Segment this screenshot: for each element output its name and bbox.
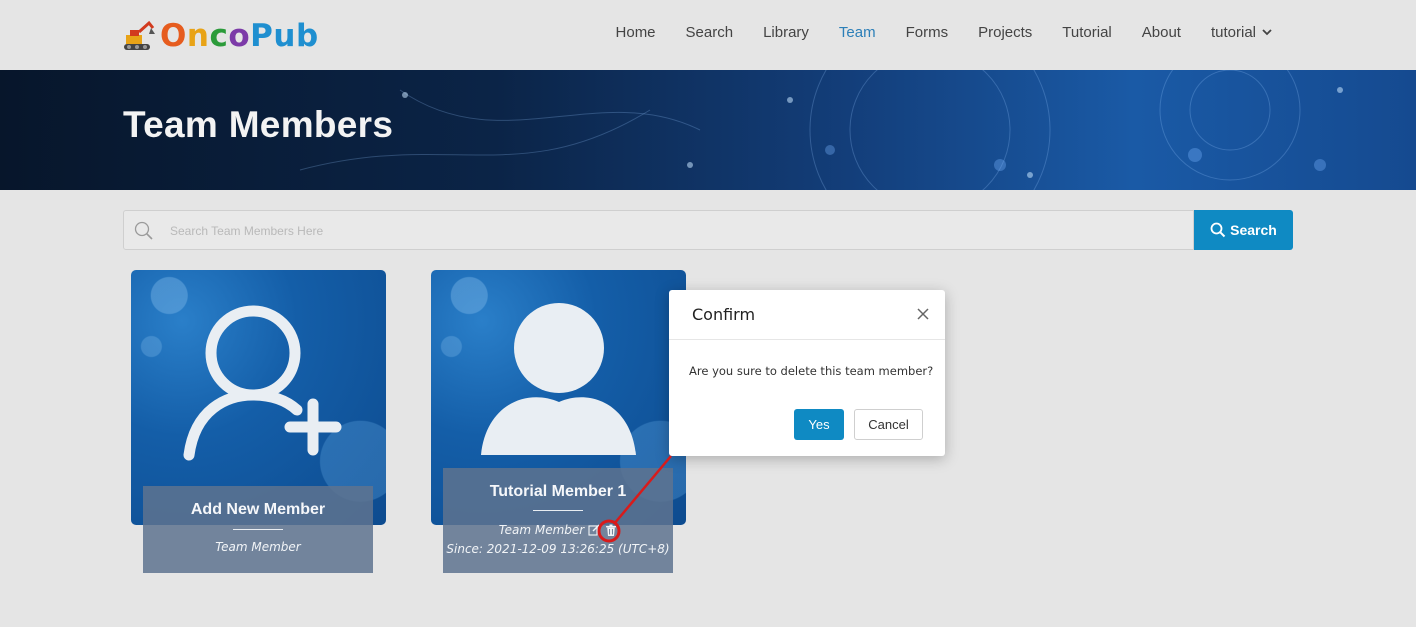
search-icon: [1210, 222, 1226, 238]
brand-letter: u: [273, 18, 296, 54]
brand-letter: P: [250, 18, 274, 54]
nav-forms[interactable]: Forms: [906, 24, 949, 41]
search-input[interactable]: [168, 211, 1182, 251]
nav-team[interactable]: Team: [839, 24, 876, 41]
excavator-icon: [124, 20, 155, 50]
card-since: Since: 2021-12-09 13:26:25 (UTC+8): [446, 542, 670, 556]
brand-name: OncoPub: [160, 18, 319, 54]
trash-icon[interactable]: [605, 524, 617, 537]
oncopub-logo[interactable]: OncoPub: [122, 16, 319, 56]
card-name: Add New Member: [190, 501, 326, 518]
nav-projects[interactable]: Projects: [978, 24, 1032, 41]
main-nav: Home Search Library Team Forms Projects …: [586, 0, 1272, 64]
card-role-row: Team Member: [443, 523, 673, 537]
search-button-label: Search: [1230, 222, 1277, 238]
brand-letter: c: [209, 18, 229, 54]
card-divider: [533, 510, 583, 511]
page-banner: Team Members: [0, 70, 1416, 190]
user-name: tutorial: [1210, 23, 1256, 41]
card-role: Team Member: [498, 523, 585, 537]
nav-tutorial[interactable]: Tutorial: [1062, 24, 1111, 41]
user-menu[interactable]: tutorial: [1211, 24, 1272, 41]
edit-icon[interactable]: [588, 524, 600, 536]
brand-letter: O: [160, 18, 187, 54]
card-divider: [233, 529, 283, 530]
nav-library[interactable]: Library: [763, 24, 809, 41]
dialog-message: Are you sure to delete this team member?: [689, 364, 934, 378]
card-name: Tutorial Member 1: [489, 483, 627, 500]
nav-search[interactable]: Search: [686, 24, 734, 41]
brand-letter: b: [295, 18, 319, 54]
confirm-dialog: Confirm Are you sure to delete this team…: [669, 290, 945, 456]
page-title: Team Members: [123, 104, 394, 145]
brand-letter: o: [228, 18, 251, 54]
nav-about[interactable]: About: [1142, 24, 1181, 41]
dialog-header: Confirm: [669, 290, 945, 340]
team-member-card-info: Tutorial Member 1 Team Member Since: 202…: [443, 468, 673, 573]
search-icon: [134, 221, 153, 240]
yes-button[interactable]: Yes: [794, 409, 844, 440]
nav-home[interactable]: Home: [616, 24, 656, 41]
card-role: Team Member: [215, 540, 301, 554]
add-member-card-info: Add New Member Team Member: [143, 486, 373, 573]
close-icon[interactable]: [917, 308, 929, 320]
chevron-down-icon: [1262, 28, 1272, 35]
top-navbar: OncoPub Home Search Library Team Forms P…: [0, 0, 1416, 70]
dialog-title: Confirm: [692, 305, 756, 324]
search-bar: [123, 210, 1194, 251]
cancel-button[interactable]: Cancel: [854, 409, 923, 440]
search-button[interactable]: Search: [1194, 210, 1293, 250]
brand-letter: n: [186, 18, 210, 54]
